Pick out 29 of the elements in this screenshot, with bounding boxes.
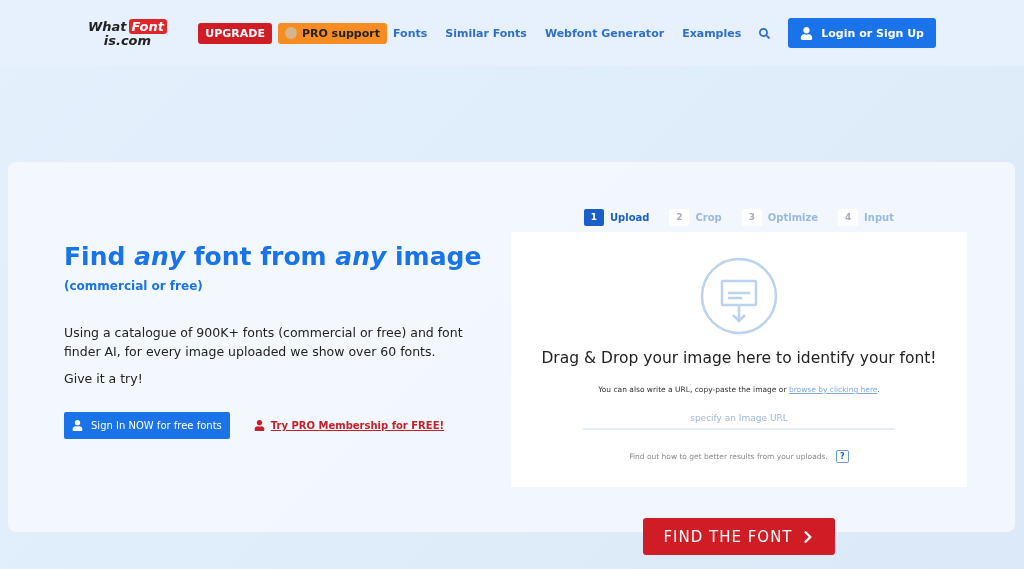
- logo-text[interactable]: is.com: [103, 34, 152, 47]
- drop-title: Drag & Drop your image here to identify your font!: [541, 349, 937, 367]
- nav-link[interactable]: Similar Fonts: [445, 26, 527, 40]
- call-to-action-text: Give it a try!: [64, 371, 144, 386]
- avatar-icon: [284, 27, 297, 39]
- headline: Find any font from any image: [64, 242, 483, 271]
- logo-text[interactable]: Font: [128, 19, 167, 34]
- logo-text[interactable]: What: [88, 20, 127, 33]
- step-tab[interactable]: 4 Input: [838, 208, 894, 226]
- nav-link[interactable]: Webfont Generator: [544, 26, 665, 40]
- step-tab[interactable]: 3 Optimize: [741, 208, 819, 226]
- nav-link[interactable]: Fonts: [393, 26, 428, 40]
- help-button[interactable]: ?: [835, 450, 849, 463]
- upload-icon: [700, 257, 778, 335]
- user-icon: [800, 26, 814, 40]
- description: Using a catalogue of 900K+ fonts (commercial or free) and font finder AI, for every image uploaded we show over 60 fonts.: [64, 324, 464, 361]
- find-font-button[interactable]: FIND THE FONT: [643, 518, 835, 555]
- login-button[interactable]: Login or Sign Up: [788, 18, 936, 48]
- pro-membership-link[interactable]: Try PRO Membership for FREE!: [253, 420, 445, 431]
- nav-link[interactable]: Examples: [682, 26, 742, 40]
- user-icon: [72, 420, 83, 431]
- user-icon: [253, 420, 265, 431]
- step-tab[interactable]: 2 Crop: [669, 208, 722, 226]
- step-tab[interactable]: 1 Upload: [584, 208, 650, 226]
- sign-in-button[interactable]: Sign In NOW for free fonts: [64, 412, 230, 439]
- nav-button[interactable]: UPGRADE: [198, 22, 272, 44]
- subtitle: (commercial or free): [64, 279, 204, 293]
- nav-button[interactable]: PRO support: [277, 22, 387, 44]
- search-icon[interactable]: [759, 27, 771, 39]
